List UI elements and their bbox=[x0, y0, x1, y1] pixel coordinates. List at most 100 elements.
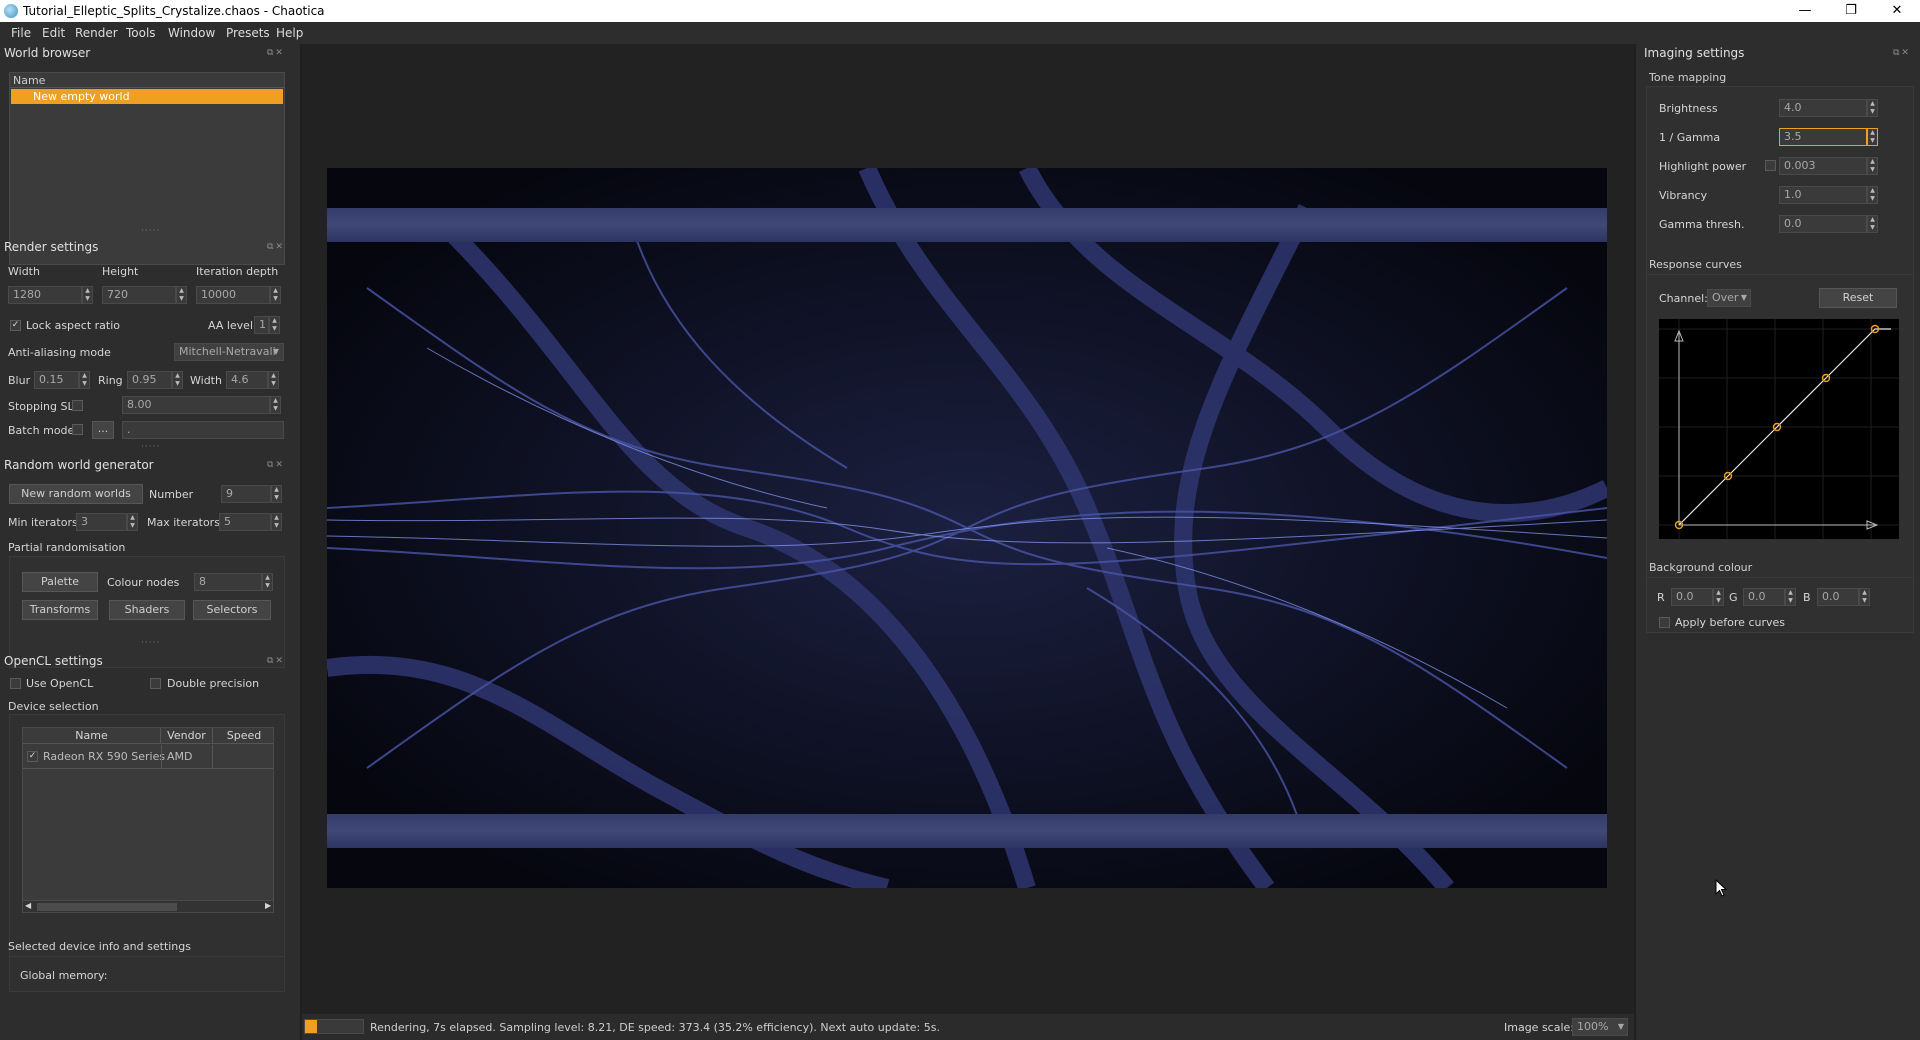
number-label: Number bbox=[149, 488, 194, 501]
stopping-sl-stepper[interactable]: ▲ ▼ bbox=[270, 396, 281, 414]
height-stepper[interactable]: ▲ ▼ bbox=[176, 286, 187, 304]
apply-before-curves-checkbox[interactable] bbox=[1659, 617, 1670, 628]
device-table[interactable]: Name Vendor Speed ✓ Radeon RX 590 Series… bbox=[22, 727, 274, 913]
brightness-label: Brightness bbox=[1659, 102, 1718, 115]
new-random-worlds-button[interactable]: New random worlds bbox=[9, 484, 143, 504]
brightness-stepper[interactable]: ▲ ▼ bbox=[1867, 99, 1878, 117]
stopping-sl-input[interactable]: 8.00 bbox=[122, 396, 270, 414]
world-list[interactable]: Name New empty world bbox=[9, 72, 285, 265]
filter-width-stepper[interactable]: ▲ ▼ bbox=[268, 371, 279, 389]
render-preview-image[interactable] bbox=[327, 168, 1607, 888]
splitter-grip[interactable]: ····· bbox=[141, 638, 160, 648]
g-input[interactable]: 0.0 bbox=[1743, 588, 1785, 606]
b-stepper[interactable]: ▲ ▼ bbox=[1859, 588, 1870, 606]
aa-level-input[interactable]: 1 bbox=[254, 316, 269, 334]
aa-mode-select[interactable]: Mitchell-Netravali ▼ bbox=[174, 343, 284, 361]
shaders-button[interactable]: Shaders bbox=[109, 600, 185, 620]
number-input[interactable]: 9 bbox=[221, 485, 271, 503]
min-iterators-input[interactable]: 3 bbox=[76, 513, 127, 531]
table-row[interactable]: ✓ Radeon RX 590 Series AMD bbox=[23, 745, 273, 769]
device-selection-label: Device selection bbox=[8, 700, 99, 713]
brightness-input[interactable]: 4.0 bbox=[1779, 99, 1867, 117]
width-input[interactable]: 1280 bbox=[8, 286, 82, 304]
scroll-left-icon[interactable]: ◀ bbox=[25, 901, 31, 910]
menu-edit[interactable]: Edit bbox=[42, 26, 65, 40]
ring-stepper[interactable]: ▲ ▼ bbox=[172, 371, 183, 389]
r-input[interactable]: 0.0 bbox=[1671, 588, 1713, 606]
batch-browse-button[interactable]: ... bbox=[92, 421, 114, 439]
gamma-thresh-input[interactable]: 0.0 bbox=[1779, 215, 1867, 233]
menu-help[interactable]: Help bbox=[276, 26, 303, 40]
splitter-grip[interactable]: ····· bbox=[141, 226, 160, 236]
batch-path-input[interactable]: . bbox=[122, 421, 284, 439]
response-curves-group: Channel: Over ▼ Reset bbox=[1646, 274, 1914, 590]
number-stepper[interactable]: ▲ ▼ bbox=[271, 485, 282, 503]
double-precision-checkbox[interactable] bbox=[150, 678, 161, 689]
vibrancy-stepper[interactable]: ▲ ▼ bbox=[1867, 186, 1878, 204]
dock-float-close-icon[interactable]: ⧉✕ bbox=[267, 460, 285, 470]
horizontal-scrollbar[interactable]: ◀ ▶ bbox=[23, 900, 273, 912]
minimize-button[interactable]: — bbox=[1782, 0, 1828, 22]
transforms-button[interactable]: Transforms bbox=[22, 600, 98, 620]
batch-mode-checkbox[interactable] bbox=[72, 424, 83, 435]
dock-float-close-icon[interactable]: ⧉✕ bbox=[267, 656, 285, 666]
col-name[interactable]: Name bbox=[23, 728, 161, 744]
curves-reset-button[interactable]: Reset bbox=[1819, 288, 1897, 308]
menu-presets[interactable]: Presets bbox=[226, 26, 270, 40]
iteration-depth-input[interactable]: 10000 bbox=[196, 286, 270, 304]
scroll-thumb[interactable] bbox=[37, 903, 177, 911]
dock-float-close-icon[interactable]: ⧉✕ bbox=[267, 242, 285, 252]
selectors-button[interactable]: Selectors bbox=[193, 600, 271, 620]
gamma-thresh-stepper[interactable]: ▲ ▼ bbox=[1867, 215, 1878, 233]
menu-tools[interactable]: Tools bbox=[126, 26, 156, 40]
image-scale-select[interactable]: 100% ▼ bbox=[1572, 1018, 1628, 1036]
lock-aspect-checkbox[interactable]: ✓ bbox=[10, 320, 21, 331]
gamma-stepper[interactable]: ▲ ▼ bbox=[1867, 128, 1878, 146]
dock-float-close-icon[interactable]: ⧉✕ bbox=[1893, 48, 1911, 58]
highlight-power-input[interactable]: 0.003 bbox=[1779, 157, 1867, 175]
menu-window[interactable]: Window bbox=[168, 26, 215, 40]
highlight-power-stepper[interactable]: ▲ ▼ bbox=[1867, 157, 1878, 175]
max-iterators-label: Max iterators bbox=[147, 516, 220, 529]
splitter-grip[interactable]: ····· bbox=[141, 442, 160, 452]
partial-randomisation-label: Partial randomisation bbox=[8, 541, 126, 554]
blur-input[interactable]: 0.15 bbox=[34, 371, 79, 389]
gamma-input[interactable]: 3.5 bbox=[1779, 128, 1867, 146]
highlight-power-checkbox[interactable] bbox=[1765, 160, 1776, 171]
device-checkbox[interactable]: ✓ bbox=[27, 751, 38, 762]
curve-editor[interactable] bbox=[1659, 319, 1899, 539]
height-input[interactable]: 720 bbox=[102, 286, 176, 304]
restore-button[interactable]: ❐ bbox=[1828, 0, 1874, 22]
min-iterators-label: Min iterators bbox=[8, 516, 78, 529]
vibrancy-input[interactable]: 1.0 bbox=[1779, 186, 1867, 204]
close-button[interactable]: ✕ bbox=[1874, 0, 1920, 22]
r-stepper[interactable]: ▲ ▼ bbox=[1713, 588, 1724, 606]
col-vendor[interactable]: Vendor bbox=[161, 728, 213, 744]
g-label: G bbox=[1729, 591, 1738, 604]
aa-level-stepper[interactable]: ▲ ▼ bbox=[269, 316, 280, 334]
b-input[interactable]: 0.0 bbox=[1817, 588, 1859, 606]
use-opencl-checkbox[interactable] bbox=[10, 678, 21, 689]
min-iterators-stepper[interactable]: ▲ ▼ bbox=[127, 513, 138, 531]
iteration-depth-stepper[interactable]: ▲ ▼ bbox=[270, 286, 281, 304]
width-stepper[interactable]: ▲ ▼ bbox=[82, 286, 93, 304]
blur-stepper[interactable]: ▲ ▼ bbox=[79, 371, 90, 389]
menu-file[interactable]: File bbox=[11, 26, 31, 40]
app-icon bbox=[4, 4, 18, 18]
channel-select[interactable]: Over ▼ bbox=[1707, 289, 1751, 307]
stopping-sl-checkbox[interactable] bbox=[72, 400, 83, 411]
palette-button[interactable]: Palette bbox=[22, 572, 98, 592]
colour-nodes-stepper[interactable]: ▲ ▼ bbox=[262, 573, 273, 591]
filter-width-input[interactable]: 4.6 bbox=[226, 371, 268, 389]
max-iterators-stepper[interactable]: ▲ ▼ bbox=[271, 513, 282, 531]
menu-render[interactable]: Render bbox=[75, 26, 118, 40]
ring-input[interactable]: 0.95 bbox=[127, 371, 172, 389]
dock-float-close-icon[interactable]: ⧉✕ bbox=[267, 48, 285, 58]
g-stepper[interactable]: ▲ ▼ bbox=[1785, 588, 1796, 606]
scroll-right-icon[interactable]: ▶ bbox=[265, 901, 271, 910]
device-speed bbox=[213, 745, 273, 769]
colour-nodes-input[interactable]: 8 bbox=[194, 573, 262, 591]
col-speed[interactable]: Speed bbox=[213, 728, 273, 744]
world-list-item[interactable]: New empty world bbox=[11, 89, 283, 104]
max-iterators-input[interactable]: 5 bbox=[219, 513, 271, 531]
